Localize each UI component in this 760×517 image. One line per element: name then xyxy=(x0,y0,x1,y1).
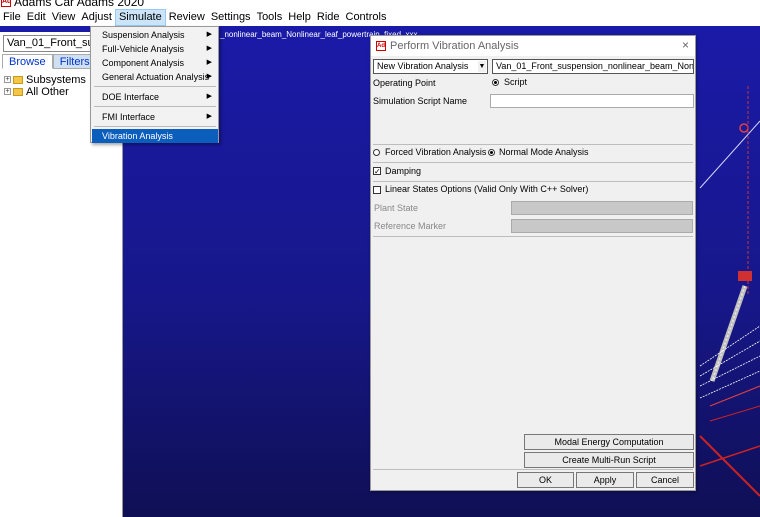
cancel-button[interactable]: Cancel xyxy=(636,472,694,488)
menu-separator xyxy=(94,86,216,87)
operating-point-label: Operating Point xyxy=(373,78,436,88)
menu-file[interactable]: File xyxy=(0,9,24,26)
menu-simulate[interactable]: Simulate xyxy=(114,9,166,26)
divider xyxy=(373,144,693,145)
divider xyxy=(373,469,693,470)
simulate-menu-dropdown: Suspension Analysis ▶ Full-Vehicle Analys… xyxy=(90,26,219,143)
tree-item-label: All Other xyxy=(26,85,69,98)
submenu-arrow-icon: ▶ xyxy=(206,59,212,66)
menu-separator xyxy=(94,106,216,107)
dialog-title: Perform Vibration Analysis xyxy=(390,40,519,52)
simulation-script-label: Simulation Script Name xyxy=(373,96,468,106)
normal-mode-label: Normal Mode Analysis xyxy=(499,147,589,157)
damping-label: Damping xyxy=(385,166,422,176)
analysis-type-value: New Vibration Analysis xyxy=(377,61,469,71)
title-bar: Ad Adams Car Adams 2020 xyxy=(0,0,760,9)
plant-state-label: Plant State xyxy=(374,203,419,213)
menu-item-label: Suspension Analysis xyxy=(102,30,185,40)
divider xyxy=(373,236,693,237)
model-tree: + Subsystems + All Other xyxy=(4,74,86,98)
vibration-analysis-dialog: Ad Perform Vibration Analysis × New Vibr… xyxy=(370,35,696,491)
chevron-down-icon: ▼ xyxy=(478,61,486,72)
simulation-script-input[interactable] xyxy=(490,94,694,108)
apply-button[interactable]: Apply xyxy=(576,472,634,488)
ok-button[interactable]: OK xyxy=(517,472,574,488)
close-icon[interactable]: × xyxy=(682,38,689,52)
menu-adjust[interactable]: Adjust xyxy=(78,9,115,26)
reference-marker-input xyxy=(511,219,693,233)
menu-edit[interactable]: Edit xyxy=(24,9,49,26)
menu-item-component-analysis[interactable]: Component Analysis ▶ xyxy=(92,56,218,70)
forced-vibration-radio[interactable] xyxy=(373,149,380,156)
menu-item-full-vehicle-analysis[interactable]: Full-Vehicle Analysis ▶ xyxy=(92,42,218,56)
plant-state-input xyxy=(511,201,693,215)
normal-mode-radio[interactable] xyxy=(488,149,495,156)
tree-item-label: Subsystems xyxy=(26,73,86,86)
menu-item-label: FMI Interface xyxy=(102,112,156,122)
menu-item-fmi-interface[interactable]: FMI Interface ▶ xyxy=(92,110,218,124)
submenu-arrow-icon: ▶ xyxy=(206,93,212,100)
create-multi-run-button[interactable]: Create Multi-Run Script xyxy=(524,452,694,468)
menu-item-label: Full-Vehicle Analysis xyxy=(102,44,185,54)
linear-states-checkbox[interactable] xyxy=(373,186,381,194)
reference-marker-label: Reference Marker xyxy=(374,221,447,231)
menu-review[interactable]: Review xyxy=(166,9,208,26)
folder-icon xyxy=(13,87,23,96)
model-select[interactable]: Van_01_Front_susper xyxy=(3,35,91,52)
menu-item-label: General Actuation Analysis xyxy=(102,72,210,82)
menu-item-vibration-analysis[interactable]: Vibration Analysis xyxy=(92,129,218,143)
browser-tabs: Browse Filters xyxy=(2,54,97,69)
submenu-arrow-icon: ▶ xyxy=(206,45,212,52)
menu-settings[interactable]: Settings xyxy=(208,9,254,26)
script-radio-label: Script xyxy=(504,77,528,87)
divider xyxy=(373,181,693,182)
menu-item-suspension-analysis[interactable]: Suspension Analysis ▶ xyxy=(92,28,218,42)
menu-item-label: DOE Interface xyxy=(102,92,160,102)
menu-view[interactable]: View xyxy=(49,9,79,26)
expand-icon[interactable]: + xyxy=(4,76,11,83)
expand-icon[interactable]: + xyxy=(4,88,11,95)
app-title: Adams Car Adams 2020 xyxy=(14,0,145,9)
menu-item-label: Vibration Analysis xyxy=(102,131,173,141)
forced-vibration-label: Forced Vibration Analysis xyxy=(385,147,487,157)
menu-separator xyxy=(94,126,216,127)
adams-logo-icon: Ad xyxy=(376,41,386,51)
submenu-arrow-icon: ▶ xyxy=(206,31,212,38)
folder-icon xyxy=(13,75,23,84)
menu-controls[interactable]: Controls xyxy=(343,9,390,26)
linear-states-label: Linear States Options (Valid Only With C… xyxy=(385,184,589,194)
divider xyxy=(373,162,693,163)
dialog-title-bar: Ad Perform Vibration Analysis × xyxy=(371,36,695,56)
modal-energy-button[interactable]: Modal Energy Computation xyxy=(524,434,694,450)
tree-item-subsystems[interactable]: + Subsystems xyxy=(4,73,86,86)
analysis-type-select[interactable]: New Vibration Analysis ▼ xyxy=(373,59,488,74)
analysis-name-input[interactable]: Van_01_Front_suspension_nonlinear_beam_N… xyxy=(492,59,694,74)
damping-checkbox[interactable]: ✓ xyxy=(373,167,381,176)
menu-item-general-actuation-analysis[interactable]: General Actuation Analysis ▶ xyxy=(92,70,218,84)
tab-browse[interactable]: Browse xyxy=(2,54,53,69)
menu-help[interactable]: Help xyxy=(285,9,314,26)
menubar: File Edit View Adjust Simulate Review Se… xyxy=(0,9,760,26)
submenu-arrow-icon: ▶ xyxy=(206,73,212,80)
menu-item-doe-interface[interactable]: DOE Interface ▶ xyxy=(92,90,218,104)
menu-item-label: Component Analysis xyxy=(102,58,185,68)
script-radio[interactable] xyxy=(492,79,499,86)
tree-item-all-other[interactable]: + All Other xyxy=(4,85,86,98)
menu-ride[interactable]: Ride xyxy=(314,9,343,26)
submenu-arrow-icon: ▶ xyxy=(206,113,212,120)
adams-logo-icon: Ad xyxy=(1,0,11,7)
menu-tools[interactable]: Tools xyxy=(254,9,286,26)
